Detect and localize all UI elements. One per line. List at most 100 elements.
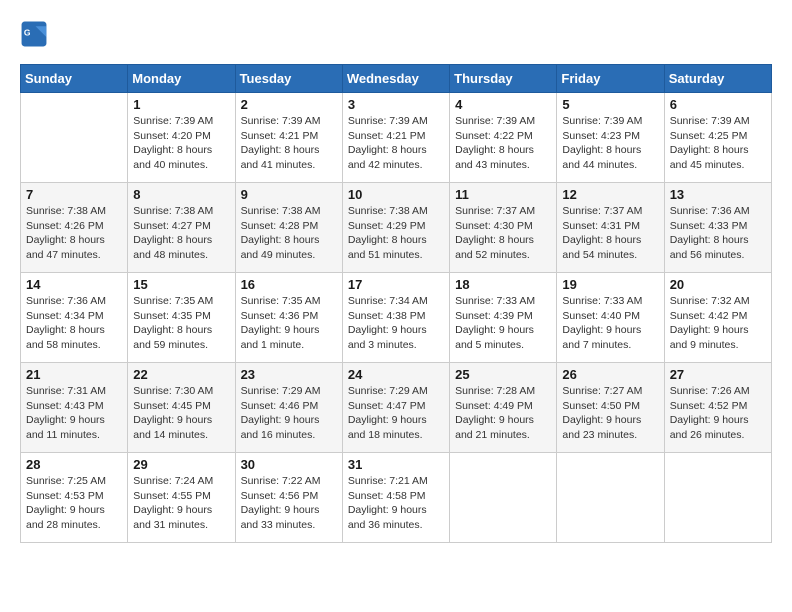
sunset-text: Sunset: 4:20 PM bbox=[133, 129, 229, 144]
sunrise-text: Sunrise: 7:27 AM bbox=[562, 384, 658, 399]
day-info: Sunrise: 7:38 AM Sunset: 4:29 PM Dayligh… bbox=[348, 204, 444, 263]
calendar-cell: 15 Sunrise: 7:35 AM Sunset: 4:35 PM Dayl… bbox=[128, 273, 235, 363]
calendar-week-row: 14 Sunrise: 7:36 AM Sunset: 4:34 PM Dayl… bbox=[21, 273, 772, 363]
day-number: 22 bbox=[133, 367, 229, 382]
daylight-text: Daylight: 9 hours and 11 minutes. bbox=[26, 413, 122, 442]
day-info: Sunrise: 7:39 AM Sunset: 4:22 PM Dayligh… bbox=[455, 114, 551, 173]
calendar-cell: 16 Sunrise: 7:35 AM Sunset: 4:36 PM Dayl… bbox=[235, 273, 342, 363]
calendar-week-row: 21 Sunrise: 7:31 AM Sunset: 4:43 PM Dayl… bbox=[21, 363, 772, 453]
sunset-text: Sunset: 4:29 PM bbox=[348, 219, 444, 234]
day-number: 3 bbox=[348, 97, 444, 112]
calendar-cell: 14 Sunrise: 7:36 AM Sunset: 4:34 PM Dayl… bbox=[21, 273, 128, 363]
calendar-cell: 24 Sunrise: 7:29 AM Sunset: 4:47 PM Dayl… bbox=[342, 363, 449, 453]
daylight-text: Daylight: 9 hours and 21 minutes. bbox=[455, 413, 551, 442]
daylight-text: Daylight: 9 hours and 7 minutes. bbox=[562, 323, 658, 352]
day-info: Sunrise: 7:30 AM Sunset: 4:45 PM Dayligh… bbox=[133, 384, 229, 443]
day-number: 17 bbox=[348, 277, 444, 292]
day-number: 26 bbox=[562, 367, 658, 382]
calendar-cell: 23 Sunrise: 7:29 AM Sunset: 4:46 PM Dayl… bbox=[235, 363, 342, 453]
sunset-text: Sunset: 4:35 PM bbox=[133, 309, 229, 324]
daylight-text: Daylight: 8 hours and 54 minutes. bbox=[562, 233, 658, 262]
sunset-text: Sunset: 4:55 PM bbox=[133, 489, 229, 504]
calendar-cell: 30 Sunrise: 7:22 AM Sunset: 4:56 PM Dayl… bbox=[235, 453, 342, 543]
sunrise-text: Sunrise: 7:28 AM bbox=[455, 384, 551, 399]
sunrise-text: Sunrise: 7:26 AM bbox=[670, 384, 766, 399]
day-number: 13 bbox=[670, 187, 766, 202]
day-info: Sunrise: 7:22 AM Sunset: 4:56 PM Dayligh… bbox=[241, 474, 337, 533]
sunset-text: Sunset: 4:28 PM bbox=[241, 219, 337, 234]
day-number: 23 bbox=[241, 367, 337, 382]
logo-icon: G bbox=[20, 20, 48, 48]
sunrise-text: Sunrise: 7:33 AM bbox=[455, 294, 551, 309]
sunset-text: Sunset: 4:49 PM bbox=[455, 399, 551, 414]
calendar-cell: 19 Sunrise: 7:33 AM Sunset: 4:40 PM Dayl… bbox=[557, 273, 664, 363]
day-info: Sunrise: 7:29 AM Sunset: 4:47 PM Dayligh… bbox=[348, 384, 444, 443]
sunset-text: Sunset: 4:52 PM bbox=[670, 399, 766, 414]
sunset-text: Sunset: 4:53 PM bbox=[26, 489, 122, 504]
calendar-cell: 7 Sunrise: 7:38 AM Sunset: 4:26 PM Dayli… bbox=[21, 183, 128, 273]
sunrise-text: Sunrise: 7:29 AM bbox=[348, 384, 444, 399]
day-number: 14 bbox=[26, 277, 122, 292]
daylight-text: Daylight: 9 hours and 28 minutes. bbox=[26, 503, 122, 532]
sunset-text: Sunset: 4:42 PM bbox=[670, 309, 766, 324]
daylight-text: Daylight: 8 hours and 41 minutes. bbox=[241, 143, 337, 172]
calendar-cell: 28 Sunrise: 7:25 AM Sunset: 4:53 PM Dayl… bbox=[21, 453, 128, 543]
day-number: 20 bbox=[670, 277, 766, 292]
sunrise-text: Sunrise: 7:38 AM bbox=[133, 204, 229, 219]
day-number: 7 bbox=[26, 187, 122, 202]
sunset-text: Sunset: 4:23 PM bbox=[562, 129, 658, 144]
daylight-text: Daylight: 8 hours and 59 minutes. bbox=[133, 323, 229, 352]
day-number: 24 bbox=[348, 367, 444, 382]
page-header: G bbox=[20, 20, 772, 48]
day-info: Sunrise: 7:27 AM Sunset: 4:50 PM Dayligh… bbox=[562, 384, 658, 443]
daylight-text: Daylight: 9 hours and 9 minutes. bbox=[670, 323, 766, 352]
sunset-text: Sunset: 4:58 PM bbox=[348, 489, 444, 504]
sunset-text: Sunset: 4:30 PM bbox=[455, 219, 551, 234]
calendar-cell: 6 Sunrise: 7:39 AM Sunset: 4:25 PM Dayli… bbox=[664, 93, 771, 183]
day-info: Sunrise: 7:29 AM Sunset: 4:46 PM Dayligh… bbox=[241, 384, 337, 443]
sunrise-text: Sunrise: 7:36 AM bbox=[26, 294, 122, 309]
calendar-cell bbox=[664, 453, 771, 543]
daylight-text: Daylight: 8 hours and 43 minutes. bbox=[455, 143, 551, 172]
calendar-cell: 13 Sunrise: 7:36 AM Sunset: 4:33 PM Dayl… bbox=[664, 183, 771, 273]
day-info: Sunrise: 7:38 AM Sunset: 4:28 PM Dayligh… bbox=[241, 204, 337, 263]
day-number: 1 bbox=[133, 97, 229, 112]
sunrise-text: Sunrise: 7:29 AM bbox=[241, 384, 337, 399]
day-info: Sunrise: 7:39 AM Sunset: 4:25 PM Dayligh… bbox=[670, 114, 766, 173]
calendar-cell: 11 Sunrise: 7:37 AM Sunset: 4:30 PM Dayl… bbox=[450, 183, 557, 273]
day-info: Sunrise: 7:26 AM Sunset: 4:52 PM Dayligh… bbox=[670, 384, 766, 443]
sunrise-text: Sunrise: 7:24 AM bbox=[133, 474, 229, 489]
calendar-cell: 22 Sunrise: 7:30 AM Sunset: 4:45 PM Dayl… bbox=[128, 363, 235, 453]
daylight-text: Daylight: 8 hours and 49 minutes. bbox=[241, 233, 337, 262]
sunrise-text: Sunrise: 7:38 AM bbox=[241, 204, 337, 219]
sunrise-text: Sunrise: 7:22 AM bbox=[241, 474, 337, 489]
daylight-text: Daylight: 8 hours and 45 minutes. bbox=[670, 143, 766, 172]
weekday-header: Tuesday bbox=[235, 65, 342, 93]
day-info: Sunrise: 7:24 AM Sunset: 4:55 PM Dayligh… bbox=[133, 474, 229, 533]
day-info: Sunrise: 7:35 AM Sunset: 4:35 PM Dayligh… bbox=[133, 294, 229, 353]
sunset-text: Sunset: 4:38 PM bbox=[348, 309, 444, 324]
sunrise-text: Sunrise: 7:21 AM bbox=[348, 474, 444, 489]
calendar-cell: 21 Sunrise: 7:31 AM Sunset: 4:43 PM Dayl… bbox=[21, 363, 128, 453]
day-info: Sunrise: 7:38 AM Sunset: 4:26 PM Dayligh… bbox=[26, 204, 122, 263]
day-number: 4 bbox=[455, 97, 551, 112]
sunrise-text: Sunrise: 7:34 AM bbox=[348, 294, 444, 309]
sunrise-text: Sunrise: 7:35 AM bbox=[133, 294, 229, 309]
sunrise-text: Sunrise: 7:30 AM bbox=[133, 384, 229, 399]
sunset-text: Sunset: 4:56 PM bbox=[241, 489, 337, 504]
day-number: 11 bbox=[455, 187, 551, 202]
day-number: 2 bbox=[241, 97, 337, 112]
sunset-text: Sunset: 4:27 PM bbox=[133, 219, 229, 234]
sunrise-text: Sunrise: 7:32 AM bbox=[670, 294, 766, 309]
calendar-cell: 1 Sunrise: 7:39 AM Sunset: 4:20 PM Dayli… bbox=[128, 93, 235, 183]
day-number: 21 bbox=[26, 367, 122, 382]
day-number: 8 bbox=[133, 187, 229, 202]
daylight-text: Daylight: 9 hours and 26 minutes. bbox=[670, 413, 766, 442]
sunset-text: Sunset: 4:45 PM bbox=[133, 399, 229, 414]
daylight-text: Daylight: 9 hours and 1 minute. bbox=[241, 323, 337, 352]
weekday-header: Wednesday bbox=[342, 65, 449, 93]
sunrise-text: Sunrise: 7:39 AM bbox=[670, 114, 766, 129]
sunrise-text: Sunrise: 7:37 AM bbox=[562, 204, 658, 219]
sunrise-text: Sunrise: 7:39 AM bbox=[455, 114, 551, 129]
calendar-cell: 20 Sunrise: 7:32 AM Sunset: 4:42 PM Dayl… bbox=[664, 273, 771, 363]
